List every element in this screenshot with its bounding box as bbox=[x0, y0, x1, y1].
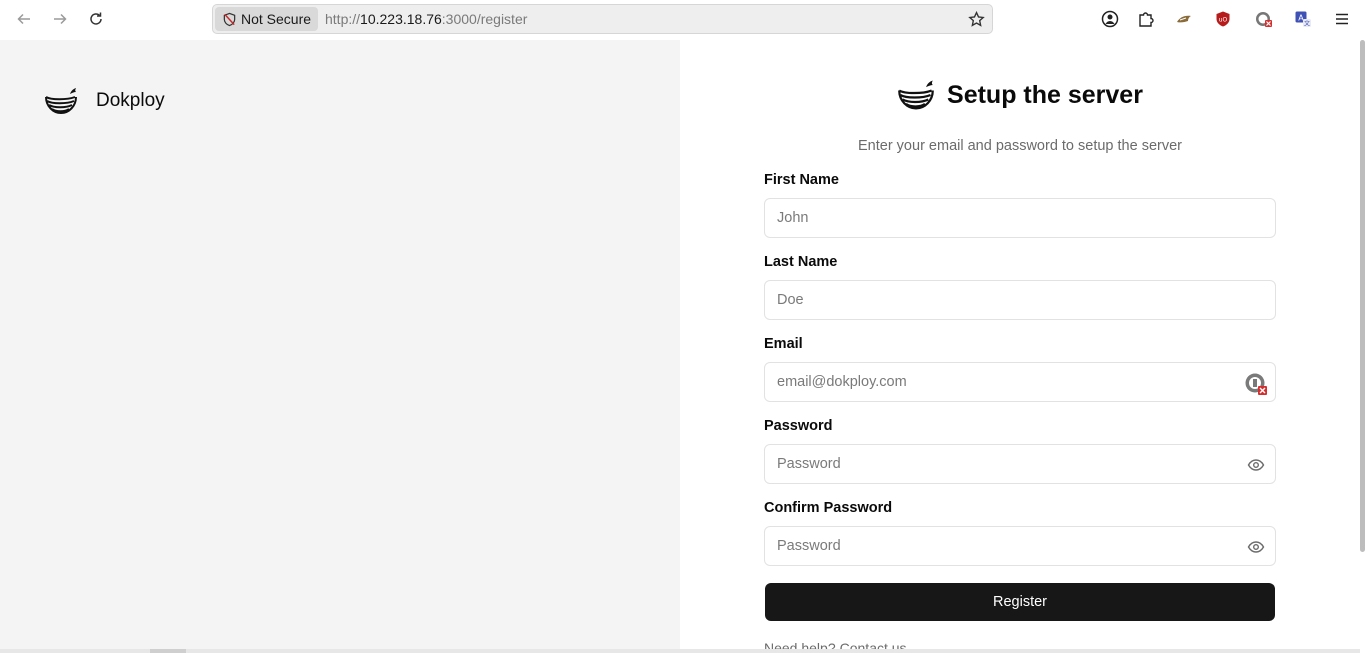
brand[interactable]: Dokploy bbox=[44, 86, 165, 116]
account-button[interactable] bbox=[1100, 9, 1120, 29]
extension-bird-button[interactable] bbox=[1174, 9, 1194, 29]
svg-text:文: 文 bbox=[1304, 20, 1310, 28]
email-field-wrapper bbox=[764, 362, 1276, 402]
back-button[interactable] bbox=[12, 8, 36, 30]
svg-text:uO: uO bbox=[1219, 17, 1228, 24]
form-header: Setup the server bbox=[680, 78, 1360, 112]
puzzle-piece-icon bbox=[1139, 12, 1154, 27]
menu-button[interactable] bbox=[1332, 9, 1352, 29]
password-input[interactable] bbox=[765, 445, 1275, 483]
ublock-shield-icon: uO bbox=[1216, 11, 1230, 27]
first-name-field-wrapper bbox=[764, 198, 1276, 238]
vertical-scrollbar[interactable] bbox=[1360, 40, 1365, 552]
password-manager-icon bbox=[1256, 12, 1272, 27]
horizontal-scrollbar-track bbox=[0, 649, 1360, 653]
password-manager-icon[interactable] bbox=[1244, 372, 1268, 396]
email-label: Email bbox=[764, 336, 803, 352]
reload-icon bbox=[90, 12, 102, 25]
extension-password-button[interactable] bbox=[1254, 9, 1274, 29]
reload-button[interactable] bbox=[84, 8, 108, 30]
register-button[interactable]: Register bbox=[765, 583, 1275, 621]
security-indicator[interactable]: Not Secure bbox=[215, 7, 318, 31]
confirm-password-input[interactable] bbox=[765, 527, 1275, 565]
confirm-password-field-wrapper bbox=[764, 526, 1276, 566]
dokploy-logo-icon bbox=[45, 88, 77, 115]
first-name-label: First Name bbox=[764, 172, 839, 188]
arrow-right-icon bbox=[54, 13, 67, 25]
last-name-label: Last Name bbox=[764, 254, 838, 270]
email-input[interactable] bbox=[765, 363, 1275, 401]
password-label: Password bbox=[764, 418, 833, 434]
bird-icon bbox=[1177, 15, 1191, 23]
hamburger-menu-icon bbox=[1336, 13, 1348, 25]
register-panel: Setup the server Enter your email and pa… bbox=[680, 40, 1360, 653]
last-name-field-wrapper bbox=[764, 280, 1276, 320]
url-path: :3000/register bbox=[441, 11, 528, 27]
star-icon bbox=[967, 10, 985, 27]
address-bar[interactable]: Not Secure http://10.223.18.76:3000/regi… bbox=[212, 4, 993, 34]
account-circle-icon bbox=[1101, 10, 1119, 28]
shield-slash-icon bbox=[223, 12, 236, 26]
horizontal-scrollbar-thumb[interactable] bbox=[150, 649, 186, 653]
url-text[interactable]: http://10.223.18.76:3000/register bbox=[325, 11, 527, 27]
left-panel: Dokploy bbox=[0, 40, 680, 653]
brand-name: Dokploy bbox=[96, 90, 165, 111]
eye-icon[interactable] bbox=[1247, 456, 1265, 474]
page-title: Setup the server bbox=[947, 80, 1143, 109]
extensions-button[interactable] bbox=[1136, 9, 1156, 29]
browser-toolbar: Not Secure http://10.223.18.76:3000/regi… bbox=[0, 0, 1365, 40]
confirm-password-label: Confirm Password bbox=[764, 500, 893, 516]
eye-icon[interactable] bbox=[1247, 538, 1265, 556]
url-host: 10.223.18.76 bbox=[360, 11, 442, 27]
extension-ublock-button[interactable]: uO bbox=[1213, 9, 1233, 29]
page-subtitle: Enter your email and password to setup t… bbox=[858, 138, 1182, 154]
extension-translate-button[interactable]: A文 bbox=[1293, 9, 1313, 29]
first-name-input[interactable] bbox=[765, 199, 1275, 237]
forward-button[interactable] bbox=[48, 8, 72, 30]
arrow-left-icon bbox=[17, 13, 30, 25]
translate-icon: A文 bbox=[1295, 11, 1311, 28]
last-name-input[interactable] bbox=[765, 281, 1275, 319]
dokploy-logo-icon bbox=[898, 80, 934, 110]
security-label: Not Secure bbox=[241, 11, 312, 27]
bookmark-button[interactable] bbox=[966, 9, 986, 29]
password-field-wrapper bbox=[764, 444, 1276, 484]
url-scheme: http:// bbox=[325, 11, 361, 27]
